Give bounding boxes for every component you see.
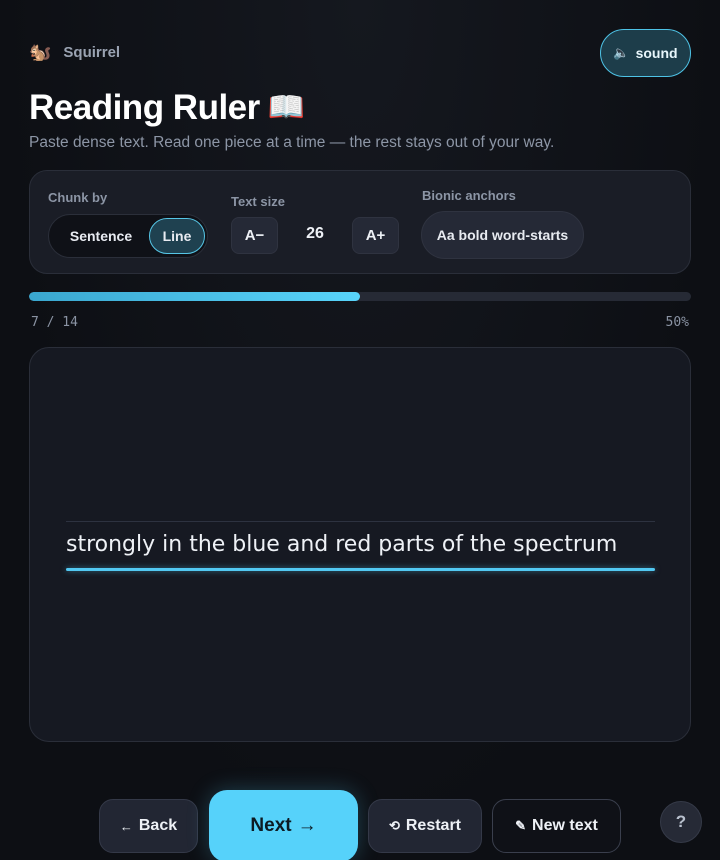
next-label: Next: [250, 815, 292, 836]
current-chunk-text: strongly in the blue and red parts of th…: [66, 532, 618, 557]
speaker-icon: 🔈: [613, 45, 630, 60]
help-button[interactable]: ?: [660, 801, 702, 843]
page-subtitle: Paste dense text. Read one piece at a ti…: [29, 134, 555, 151]
reader-panel: strongly in the blue and red parts of th…: [29, 347, 691, 742]
back-button[interactable]: ← Back: [99, 799, 198, 853]
restart-label: Restart: [405, 817, 462, 834]
text-size-decrease-button[interactable]: A−: [231, 217, 278, 254]
restart-button[interactable]: ⟲ Restart: [368, 799, 482, 853]
sound-toggle-button[interactable]: 🔈 sound: [600, 29, 691, 77]
chunk-option-line[interactable]: Line: [149, 218, 205, 254]
text-size-value: 26: [306, 225, 324, 242]
arrow-right-icon: →: [297, 815, 317, 836]
page-title-text: Reading Ruler: [29, 88, 260, 127]
progress-percent: 50%: [665, 315, 689, 330]
open-book-icon: 📖: [267, 91, 306, 124]
bionic-anchors-label: Bionic anchors: [422, 188, 516, 203]
sound-label: sound: [635, 45, 678, 61]
reading-ruler-app: 🐿️ Squirrel 🔈 sound Reading Ruler 📖 Past…: [0, 0, 720, 860]
restart-icon: ⟲: [388, 818, 400, 833]
back-label: Back: [138, 817, 178, 834]
squirrel-icon: 🐿️: [29, 42, 52, 62]
chunk-by-label: Chunk by: [48, 190, 108, 205]
progress-bar-fill: [29, 292, 360, 301]
ruler-underline: [66, 568, 655, 571]
text-size-label: Text size: [231, 194, 285, 209]
brand-name: Squirrel: [63, 43, 121, 61]
controls-panel: Chunk by Sentence Line Text size A− 26 A…: [29, 170, 691, 274]
ruler-top-line: [66, 521, 655, 522]
brand: 🐿️ Squirrel: [29, 42, 120, 62]
chunk-mode-segmented-control: Sentence Line: [48, 214, 208, 258]
bionic-anchors-toggle-button[interactable]: Aa bold word-starts: [421, 211, 584, 259]
page-title: Reading Ruler 📖: [29, 88, 305, 128]
text-size-increase-button[interactable]: A+: [352, 217, 399, 254]
new-text-button[interactable]: ✎ New text: [492, 799, 621, 853]
next-button[interactable]: Next →: [209, 790, 358, 860]
new-text-label: New text: [532, 817, 598, 834]
progress-bar: [29, 292, 691, 301]
pencil-icon: ✎: [515, 818, 527, 833]
progress-count: 7 / 14: [31, 315, 78, 330]
chunk-option-sentence[interactable]: Sentence: [53, 218, 149, 254]
arrow-left-icon: ←: [119, 818, 133, 834]
